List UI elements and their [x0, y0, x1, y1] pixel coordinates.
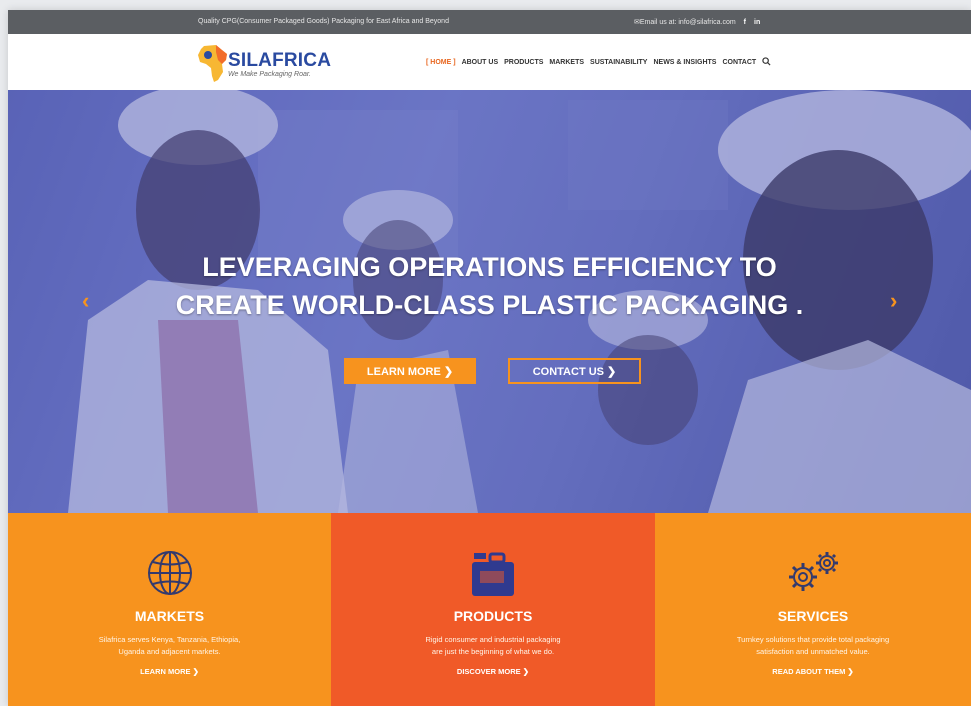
- website-frame: Quality CPG(Consumer Packaged Goods) Pac…: [8, 10, 971, 706]
- tagline: Quality CPG(Consumer Packaged Goods) Pac…: [198, 18, 449, 25]
- products-title: PRODUCTS: [453, 608, 533, 624]
- slider-next-arrow-icon[interactable]: ›: [890, 288, 897, 314]
- main-nav: [ HOME ] ABOUT US PRODUCTS MARKETS SUSTA…: [426, 57, 771, 68]
- feature-panels: MARKETS Silafrica serves Kenya, Tanzania…: [8, 513, 971, 706]
- brand-name: SILAFRICA: [228, 50, 332, 71]
- products-panel: PRODUCTS Rigid consumer and industrial p…: [331, 513, 655, 706]
- services-description: Turnkey solutions that provide total pac…: [655, 634, 971, 658]
- markets-desc-line-2: Uganda and adjacent markets.: [118, 647, 221, 656]
- nav-news-insights[interactable]: NEWS & INSIGHTS: [653, 59, 716, 66]
- markets-panel: MARKETS Silafrica serves Kenya, Tanzania…: [8, 513, 331, 706]
- markets-title: MARKETS: [134, 608, 205, 624]
- site-header: SILAFRICA We Make Packaging Roar. [ HOME…: [8, 34, 971, 90]
- logo[interactable]: SILAFRICA We Make Packaging Roar.: [196, 42, 346, 84]
- hero-headline-line-2: CREATE WORLD-CLASS PLASTIC PACKAGING .: [175, 290, 804, 320]
- products-discover-more-link[interactable]: DISCOVER MORE ❯: [331, 667, 655, 676]
- learn-more-button[interactable]: LEARN MORE ❯: [344, 358, 476, 384]
- markets-description: Silafrica serves Kenya, Tanzania, Ethiop…: [8, 634, 331, 658]
- products-desc-line-1: Rigid consumer and industrial packaging: [425, 635, 561, 644]
- nav-about-us[interactable]: ABOUT US: [462, 59, 499, 66]
- services-desc-line-2: satisfaction and unmatched value.: [756, 647, 870, 656]
- services-desc-line-1: Turnkey solutions that provide total pac…: [736, 635, 890, 644]
- hero-headline: LEVERAGING OPERATIONS EFFICIENCY TO CREA…: [8, 248, 971, 324]
- products-description: Rigid consumer and industrial packaging …: [331, 634, 655, 658]
- search-icon[interactable]: [762, 57, 771, 68]
- jerrycan-icon: [468, 549, 518, 604]
- contact-us-button[interactable]: CONTACT US ❯: [508, 358, 641, 384]
- products-desc-line-2: are just the beginning of what we do.: [431, 647, 555, 656]
- top-bar: Quality CPG(Consumer Packaged Goods) Pac…: [8, 10, 971, 34]
- nav-products[interactable]: PRODUCTS: [504, 59, 543, 66]
- services-read-about-link[interactable]: READ ABOUT THEM ❯: [655, 667, 971, 676]
- linkedin-icon[interactable]: in: [754, 19, 760, 26]
- nav-contact[interactable]: CONTACT: [722, 59, 756, 66]
- nav-sustainability[interactable]: SUSTAINABILITY: [590, 59, 647, 66]
- africa-map-icon: [198, 45, 227, 82]
- nav-markets[interactable]: MARKETS: [549, 59, 584, 66]
- hero-headline-line-1: LEVERAGING OPERATIONS EFFICIENCY TO: [202, 252, 777, 282]
- hero-slider: LEVERAGING OPERATIONS EFFICIENCY TO CREA…: [8, 90, 971, 513]
- slider-prev-arrow-icon[interactable]: ‹: [82, 288, 89, 314]
- markets-learn-more-link[interactable]: LEARN MORE ❯: [8, 667, 331, 676]
- markets-desc-line-1: Silafrica serves Kenya, Tanzania, Ethiop…: [98, 635, 241, 644]
- services-title: SERVICES: [777, 608, 849, 624]
- brand-slogan: We Make Packaging Roar.: [228, 71, 311, 78]
- facebook-icon[interactable]: f: [744, 19, 746, 26]
- gears-icon: [781, 549, 845, 602]
- globe-icon: [146, 549, 194, 602]
- contact-info: ✉Email us at: info@silafrica.com f in: [634, 18, 760, 27]
- services-panel: SERVICES Turnkey solutions that provide …: [655, 513, 971, 706]
- email-link[interactable]: ✉Email us at: info@silafrica.com: [634, 18, 736, 26]
- nav-home[interactable]: [ HOME ]: [426, 59, 456, 66]
